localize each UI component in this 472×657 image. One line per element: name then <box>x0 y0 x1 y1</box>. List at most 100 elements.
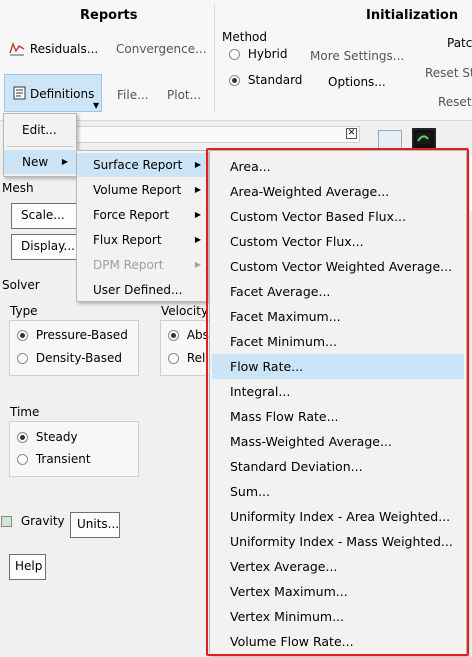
radio-icon <box>17 353 28 364</box>
chevron-right-icon: ▶ <box>194 235 201 244</box>
units-button[interactable]: Units... <box>70 512 120 538</box>
time-label: Time <box>10 405 40 419</box>
method-label: Method <box>222 30 268 44</box>
submenu-item-label: Force Report <box>93 208 170 222</box>
transient-label: Transient <box>35 452 91 466</box>
surface-report-item[interactable]: Facet Minimum... <box>212 329 464 354</box>
plots-button[interactable]: Plot... <box>167 88 201 102</box>
submenu-item-label: Volume Report <box>93 183 182 197</box>
scale-button[interactable]: Scale... <box>11 203 77 229</box>
definitions-icon <box>13 86 26 100</box>
surface-report-submenu: Area... Area-Weighted Average... Custom Ve… <box>209 150 467 655</box>
chevron-right-icon: ▶ <box>194 160 201 169</box>
chevron-right-icon: ▶ <box>194 210 201 219</box>
surface-report-item[interactable]: Area... <box>212 154 464 179</box>
menu-item-new[interactable]: New ▶ <box>4 150 76 174</box>
definitions-button[interactable]: Definitions ▼ <box>4 74 102 112</box>
chevron-down-icon: ▼ <box>93 101 100 110</box>
submenu-item-label: Surface Report <box>93 158 183 172</box>
reset-button[interactable]: Reset <box>438 95 472 109</box>
residuals-label: Residuals... <box>29 42 99 56</box>
submenu-item[interactable]: Force Report ▶ <box>77 203 207 227</box>
surface-report-item[interactable]: Custom Vector Weighted Average... <box>212 254 464 279</box>
chevron-right-icon: ▶ <box>194 260 201 269</box>
radio-icon <box>17 454 28 465</box>
residuals-button[interactable]: Residuals... <box>8 40 98 56</box>
surface-report-item[interactable]: Uniformity Index - Mass Weighted... <box>212 529 464 554</box>
submenu-item[interactable]: User Defined... <box>77 278 207 302</box>
ribbon-group-separator <box>214 4 215 112</box>
radio-selected-icon <box>229 75 240 86</box>
surface-report-item[interactable]: Vertex Minimum... <box>212 604 464 629</box>
standard-radio[interactable]: Standard <box>229 73 302 87</box>
chevron-right-icon: ▶ <box>61 157 68 166</box>
hybrid-radio[interactable]: Hybrid <box>229 47 287 61</box>
surface-report-item[interactable]: Custom Vector Flux... <box>212 229 464 254</box>
submenu-item-label: Flux Report <box>93 233 162 247</box>
file-button[interactable]: File... <box>117 88 149 102</box>
standard-label: Standard <box>247 73 303 87</box>
close-icon[interactable]: ✕ <box>346 128 357 139</box>
surface-report-item[interactable]: Vertex Average... <box>212 554 464 579</box>
submenu-item: DPM Report ▶ <box>77 253 207 277</box>
submenu-item-label: User Defined... <box>93 283 183 297</box>
surface-report-item[interactable]: Facet Average... <box>212 279 464 304</box>
surface-report-item[interactable]: Vertex Maximum... <box>212 579 464 604</box>
surface-report-item[interactable]: Mass Flow Rate... <box>212 404 464 429</box>
display-button[interactable]: Display... <box>11 234 77 260</box>
surface-report-item[interactable]: Mass-Weighted Average... <box>212 429 464 454</box>
definitions-menu: Edit... New ▶ <box>3 113 77 177</box>
options-button[interactable]: Options... <box>328 75 386 89</box>
more-settings-button[interactable]: More Settings... <box>310 49 404 63</box>
radio-selected-icon <box>17 330 28 341</box>
density-based-radio[interactable]: Density-Based <box>17 351 122 365</box>
relative-radio[interactable]: Rel <box>168 351 205 365</box>
surface-report-item[interactable]: Volume Flow Rate... <box>212 629 464 654</box>
surface-report-item[interactable]: Area-Weighted Average... <box>212 179 464 204</box>
menu-item-new-label: New <box>22 155 49 169</box>
surface-report-item[interactable]: Facet Maximum... <box>212 304 464 329</box>
menu-divider <box>6 146 74 147</box>
new-submenu: Surface Report ▶ Volume Report ▶ Force Repor… <box>76 150 208 302</box>
residuals-icon <box>9 42 25 56</box>
mesh-label: Mesh <box>2 181 34 195</box>
reset-stats-button[interactable]: Reset St <box>425 66 472 80</box>
radio-icon <box>229 49 240 60</box>
radio-selected-icon <box>17 432 28 443</box>
surface-report-item[interactable]: Sum... <box>212 479 464 504</box>
toolbar-handle-icon[interactable] <box>378 130 402 150</box>
menu-item-edit[interactable]: Edit... <box>4 118 76 142</box>
radio-selected-icon <box>168 330 179 341</box>
pressure-based-radio[interactable]: Pressure-Based <box>17 328 128 342</box>
graphics-window-icon[interactable] <box>412 128 436 150</box>
absolute-radio[interactable]: Abs <box>168 328 209 342</box>
patch-button[interactable]: Patc <box>447 36 472 50</box>
submenu-item[interactable]: Volume Report ▶ <box>77 178 207 202</box>
submenu-item[interactable]: Surface Report ▶ <box>77 153 207 177</box>
relative-label: Rel <box>186 351 206 365</box>
hybrid-label: Hybrid <box>247 47 288 61</box>
submenu-item-label: DPM Report <box>93 258 164 272</box>
velocity-label: Velocity <box>161 304 209 318</box>
surface-report-item[interactable]: Uniformity Index - Area Weighted... <box>212 504 464 529</box>
checkbox-icon <box>1 516 12 527</box>
surface-report-item[interactable]: Integral... <box>212 379 464 404</box>
solver-label: Solver <box>2 278 40 292</box>
type-label: Type <box>10 304 38 318</box>
steady-radio[interactable]: Steady <box>17 430 78 444</box>
transient-radio[interactable]: Transient <box>17 452 91 466</box>
absolute-label: Abs <box>186 328 209 342</box>
surface-report-item[interactable]: Standard Deviation... <box>212 454 464 479</box>
steady-label: Steady <box>35 430 78 444</box>
gravity-checkbox[interactable]: Gravity <box>1 514 65 528</box>
chevron-right-icon: ▶ <box>194 185 201 194</box>
surface-report-item[interactable]: Flow Rate... <box>212 354 464 379</box>
submenu-item[interactable]: Flux Report ▶ <box>77 228 207 252</box>
panel-title-bar <box>75 126 360 143</box>
surface-report-item[interactable]: Custom Vector Based Flux... <box>212 204 464 229</box>
convergence-button[interactable]: Convergence... <box>116 42 207 56</box>
initialization-group-title: Initialization <box>366 8 459 23</box>
reports-group-title: Reports <box>80 8 138 23</box>
help-button[interactable]: Help <box>9 554 46 580</box>
gravity-label: Gravity <box>20 514 65 528</box>
